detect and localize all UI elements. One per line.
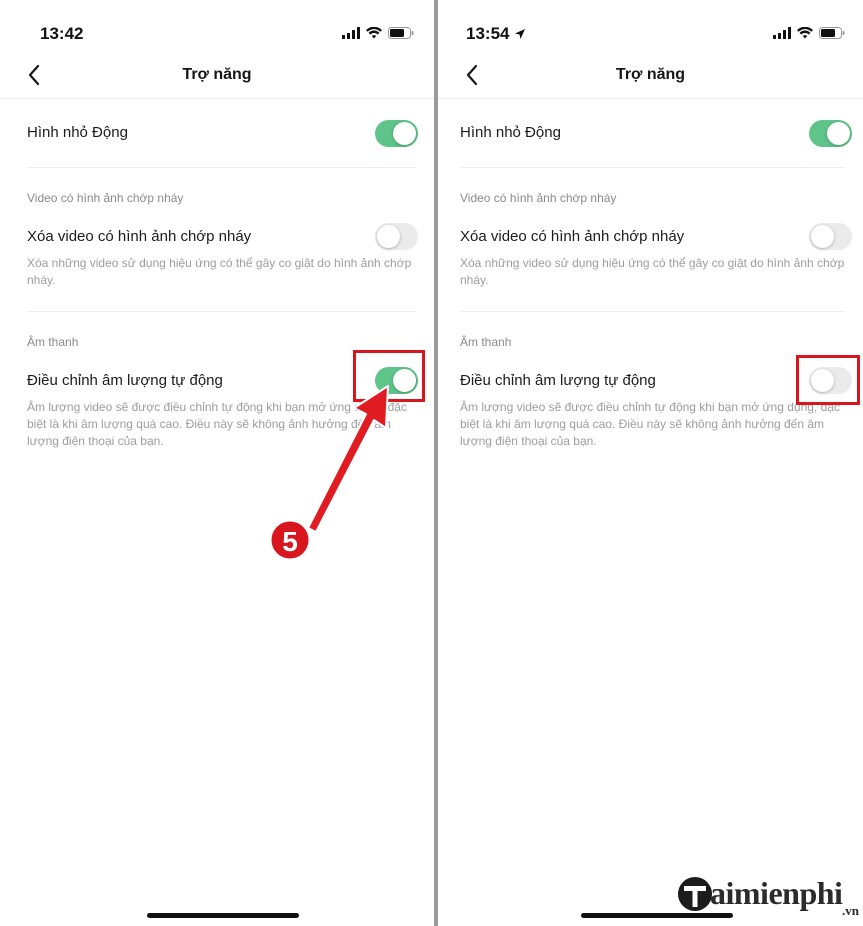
battery-icon	[819, 27, 845, 39]
animated-thumbnail-toggle[interactable]	[809, 120, 852, 147]
auto-volume-label: Điều chỉnh âm lượng tự động	[27, 372, 223, 389]
divider	[27, 167, 416, 168]
home-indicator	[147, 913, 299, 918]
divider	[27, 311, 416, 312]
remove-flashing-label: Xóa video có hình ảnh chớp nháy	[460, 228, 685, 245]
animated-thumbnail-label: Hình nhỏ Động	[460, 124, 561, 141]
remove-flashing-description: Xóa những video sử dụng hiệu ứng có thể …	[27, 256, 412, 287]
page-title: Trợ năng	[182, 66, 252, 83]
watermark: aimienphi .vn	[676, 872, 861, 922]
section-header-flashing: Video có hình ảnh chớp nháy	[460, 191, 617, 205]
phone-screen-right: 13:54 Trợ năng Hình nhỏ Động Video có hì…	[438, 0, 863, 926]
remove-flashing-label: Xóa video có hình ảnh chớp nháy	[27, 228, 252, 245]
signal-icon	[342, 27, 360, 39]
auto-volume-toggle[interactable]	[809, 367, 852, 394]
section-header-sound: Âm thanh	[460, 335, 512, 349]
auto-volume-description: Âm lượng video sẽ được điều chỉnh tự độn…	[27, 400, 407, 448]
animated-thumbnail-toggle[interactable]	[375, 120, 418, 147]
remove-flashing-toggle[interactable]	[809, 223, 852, 250]
divider	[460, 167, 845, 168]
status-time-text: 13:54	[466, 24, 510, 43]
watermark-text: aimienphi	[710, 875, 843, 911]
navigation-bar: Trợ năng	[438, 52, 863, 99]
remove-flashing-description: Xóa những video sử dụng hiệu ứng có thể …	[460, 256, 845, 287]
divider	[460, 311, 845, 312]
status-time: 13:54	[466, 24, 526, 44]
taimienphi-logo-icon	[678, 877, 712, 911]
animated-thumbnail-label: Hình nhỏ Động	[27, 124, 128, 141]
signal-icon	[773, 27, 791, 39]
status-bar: 13:42	[0, 0, 434, 60]
auto-volume-label: Điều chỉnh âm lượng tự động	[460, 372, 656, 389]
status-time: 13:42	[40, 24, 84, 43]
auto-volume-description: Âm lượng video sẽ được điều chỉnh tự độn…	[460, 400, 840, 448]
wifi-icon	[366, 27, 382, 39]
page-title: Trợ năng	[615, 66, 686, 83]
location-arrow-icon	[515, 29, 526, 39]
section-header-sound: Âm thanh	[27, 335, 79, 349]
phone-screen-left: 13:42 Trợ năng Hình nhỏ Động Video có hì…	[0, 0, 434, 926]
auto-volume-toggle[interactable]	[375, 367, 418, 394]
status-icons	[773, 27, 845, 39]
navigation-bar: Trợ năng	[0, 52, 434, 99]
status-bar: 13:54	[438, 0, 863, 60]
remove-flashing-toggle[interactable]	[375, 223, 418, 250]
section-header-flashing: Video có hình ảnh chớp nháy	[27, 191, 184, 205]
status-icons	[342, 27, 414, 39]
wifi-icon	[797, 27, 813, 39]
watermark-suffix: .vn	[842, 903, 859, 918]
battery-icon	[388, 27, 414, 39]
